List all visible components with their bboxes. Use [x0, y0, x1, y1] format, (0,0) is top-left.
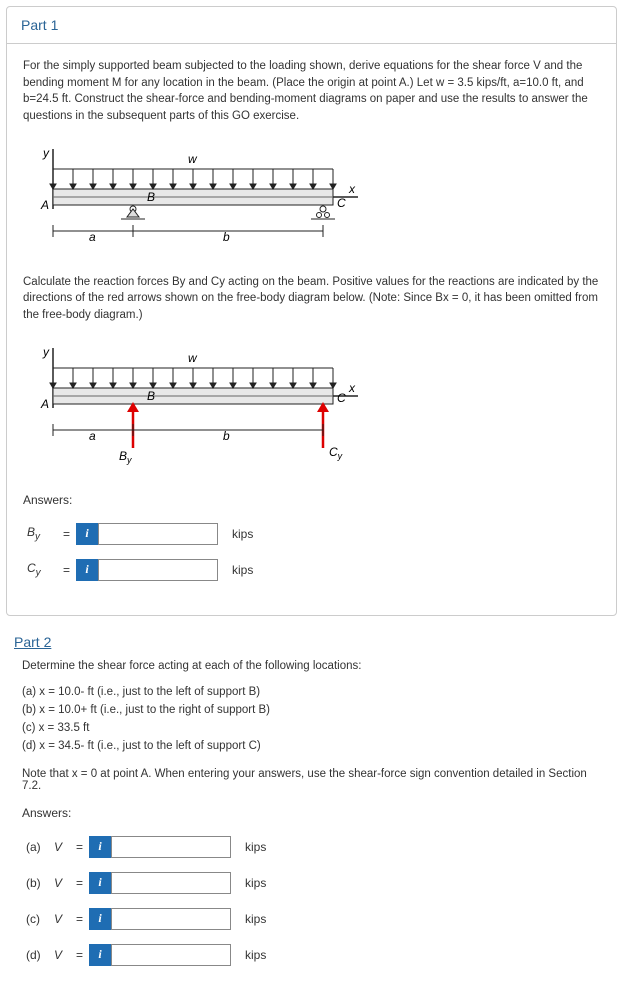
prefix-d: (d) [26, 948, 54, 962]
info-button[interactable]: i [89, 944, 111, 966]
prefix-a: (a) [26, 840, 54, 854]
reaction-Cy-label: Cy [329, 445, 343, 461]
part1-intro: For the simply supported beam subjected … [23, 58, 600, 125]
info-button[interactable]: i [89, 908, 111, 930]
input-Va[interactable] [111, 836, 231, 858]
axis-x-label: x [348, 182, 356, 196]
svg-text:b: b [223, 429, 230, 443]
info-button[interactable]: i [76, 523, 98, 545]
dim-b: b [223, 230, 230, 244]
part1-container: Part 1 For the simply supported beam sub… [6, 6, 617, 616]
lhs-Cy: Cy [27, 561, 61, 578]
diagram-2: y x [23, 338, 600, 471]
svg-text:x: x [348, 381, 356, 395]
dim-a: a [89, 230, 96, 244]
unit-kips: kips [245, 948, 266, 962]
label-B: B [147, 190, 155, 204]
input-Vc[interactable] [111, 908, 231, 930]
eq-sign: = [76, 912, 83, 926]
input-Vd[interactable] [111, 944, 231, 966]
loc-d: (d) x = 34.5- ft (i.e., just to the left… [22, 738, 601, 756]
prefix-c: (c) [26, 912, 54, 926]
unit-kips: kips [245, 912, 266, 926]
var-V: V [54, 912, 74, 926]
loc-a: (a) x = 10.0- ft (i.e., just to the left… [22, 684, 601, 702]
svg-text:y: y [42, 345, 50, 359]
load-w-label: w [188, 152, 198, 166]
var-V: V [54, 948, 74, 962]
label-C: C [337, 196, 346, 210]
unit-kips: kips [232, 527, 253, 541]
lhs-By: By [27, 525, 61, 542]
svg-text:A: A [40, 397, 49, 411]
input-Vb[interactable] [111, 872, 231, 894]
answer-row-Cy: Cy = i kips [23, 559, 600, 581]
svg-text:C: C [337, 391, 346, 405]
part2-intro: Determine the shear force acting at each… [22, 658, 601, 675]
unit-kips: kips [245, 876, 266, 890]
part2-answers-label: Answers: [22, 806, 601, 820]
answer-row-By: By = i kips [23, 523, 600, 545]
answer-row-Vd: (d) V = i kips [22, 944, 601, 966]
part1-body: For the simply supported beam subjected … [7, 44, 616, 615]
label-A: A [40, 198, 49, 212]
part1-header: Part 1 [7, 7, 616, 44]
var-V: V [54, 876, 74, 890]
reaction-By-label: By [119, 449, 132, 465]
part1-answers-label: Answers: [23, 493, 600, 507]
loc-b: (b) x = 10.0+ ft (i.e., just to the righ… [22, 702, 601, 720]
svg-text:a: a [89, 429, 96, 443]
part2-body: Determine the shear force acting at each… [0, 654, 623, 1000]
answer-row-Vb: (b) V = i kips [22, 872, 601, 894]
eq-sign: = [76, 876, 83, 890]
part1-calc-para: Calculate the reaction forces By and Cy … [23, 274, 600, 324]
eq-sign: = [76, 948, 83, 962]
eq-sign: = [76, 840, 83, 854]
svg-text:B: B [147, 389, 155, 403]
unit-kips: kips [232, 563, 253, 577]
answer-row-Vc: (c) V = i kips [22, 908, 601, 930]
input-By[interactable] [98, 523, 218, 545]
eq-sign: = [63, 563, 70, 577]
axis-y-label: y [42, 146, 50, 160]
answer-row-Va: (a) V = i kips [22, 836, 601, 858]
unit-kips: kips [245, 840, 266, 854]
loc-c: (c) x = 33.5 ft [22, 720, 601, 738]
part2-header-link[interactable]: Part 2 [0, 622, 623, 654]
input-Cy[interactable] [98, 559, 218, 581]
prefix-b: (b) [26, 876, 54, 890]
var-V: V [54, 840, 74, 854]
info-button[interactable]: i [89, 872, 111, 894]
info-button[interactable]: i [89, 836, 111, 858]
info-button[interactable]: i [76, 559, 98, 581]
svg-text:w: w [188, 351, 198, 365]
location-list: (a) x = 10.0- ft (i.e., just to the left… [22, 684, 601, 755]
eq-sign: = [63, 527, 70, 541]
part2-note: Note that x = 0 at point A. When enterin… [22, 768, 601, 792]
diagram-1: y x [23, 139, 600, 252]
